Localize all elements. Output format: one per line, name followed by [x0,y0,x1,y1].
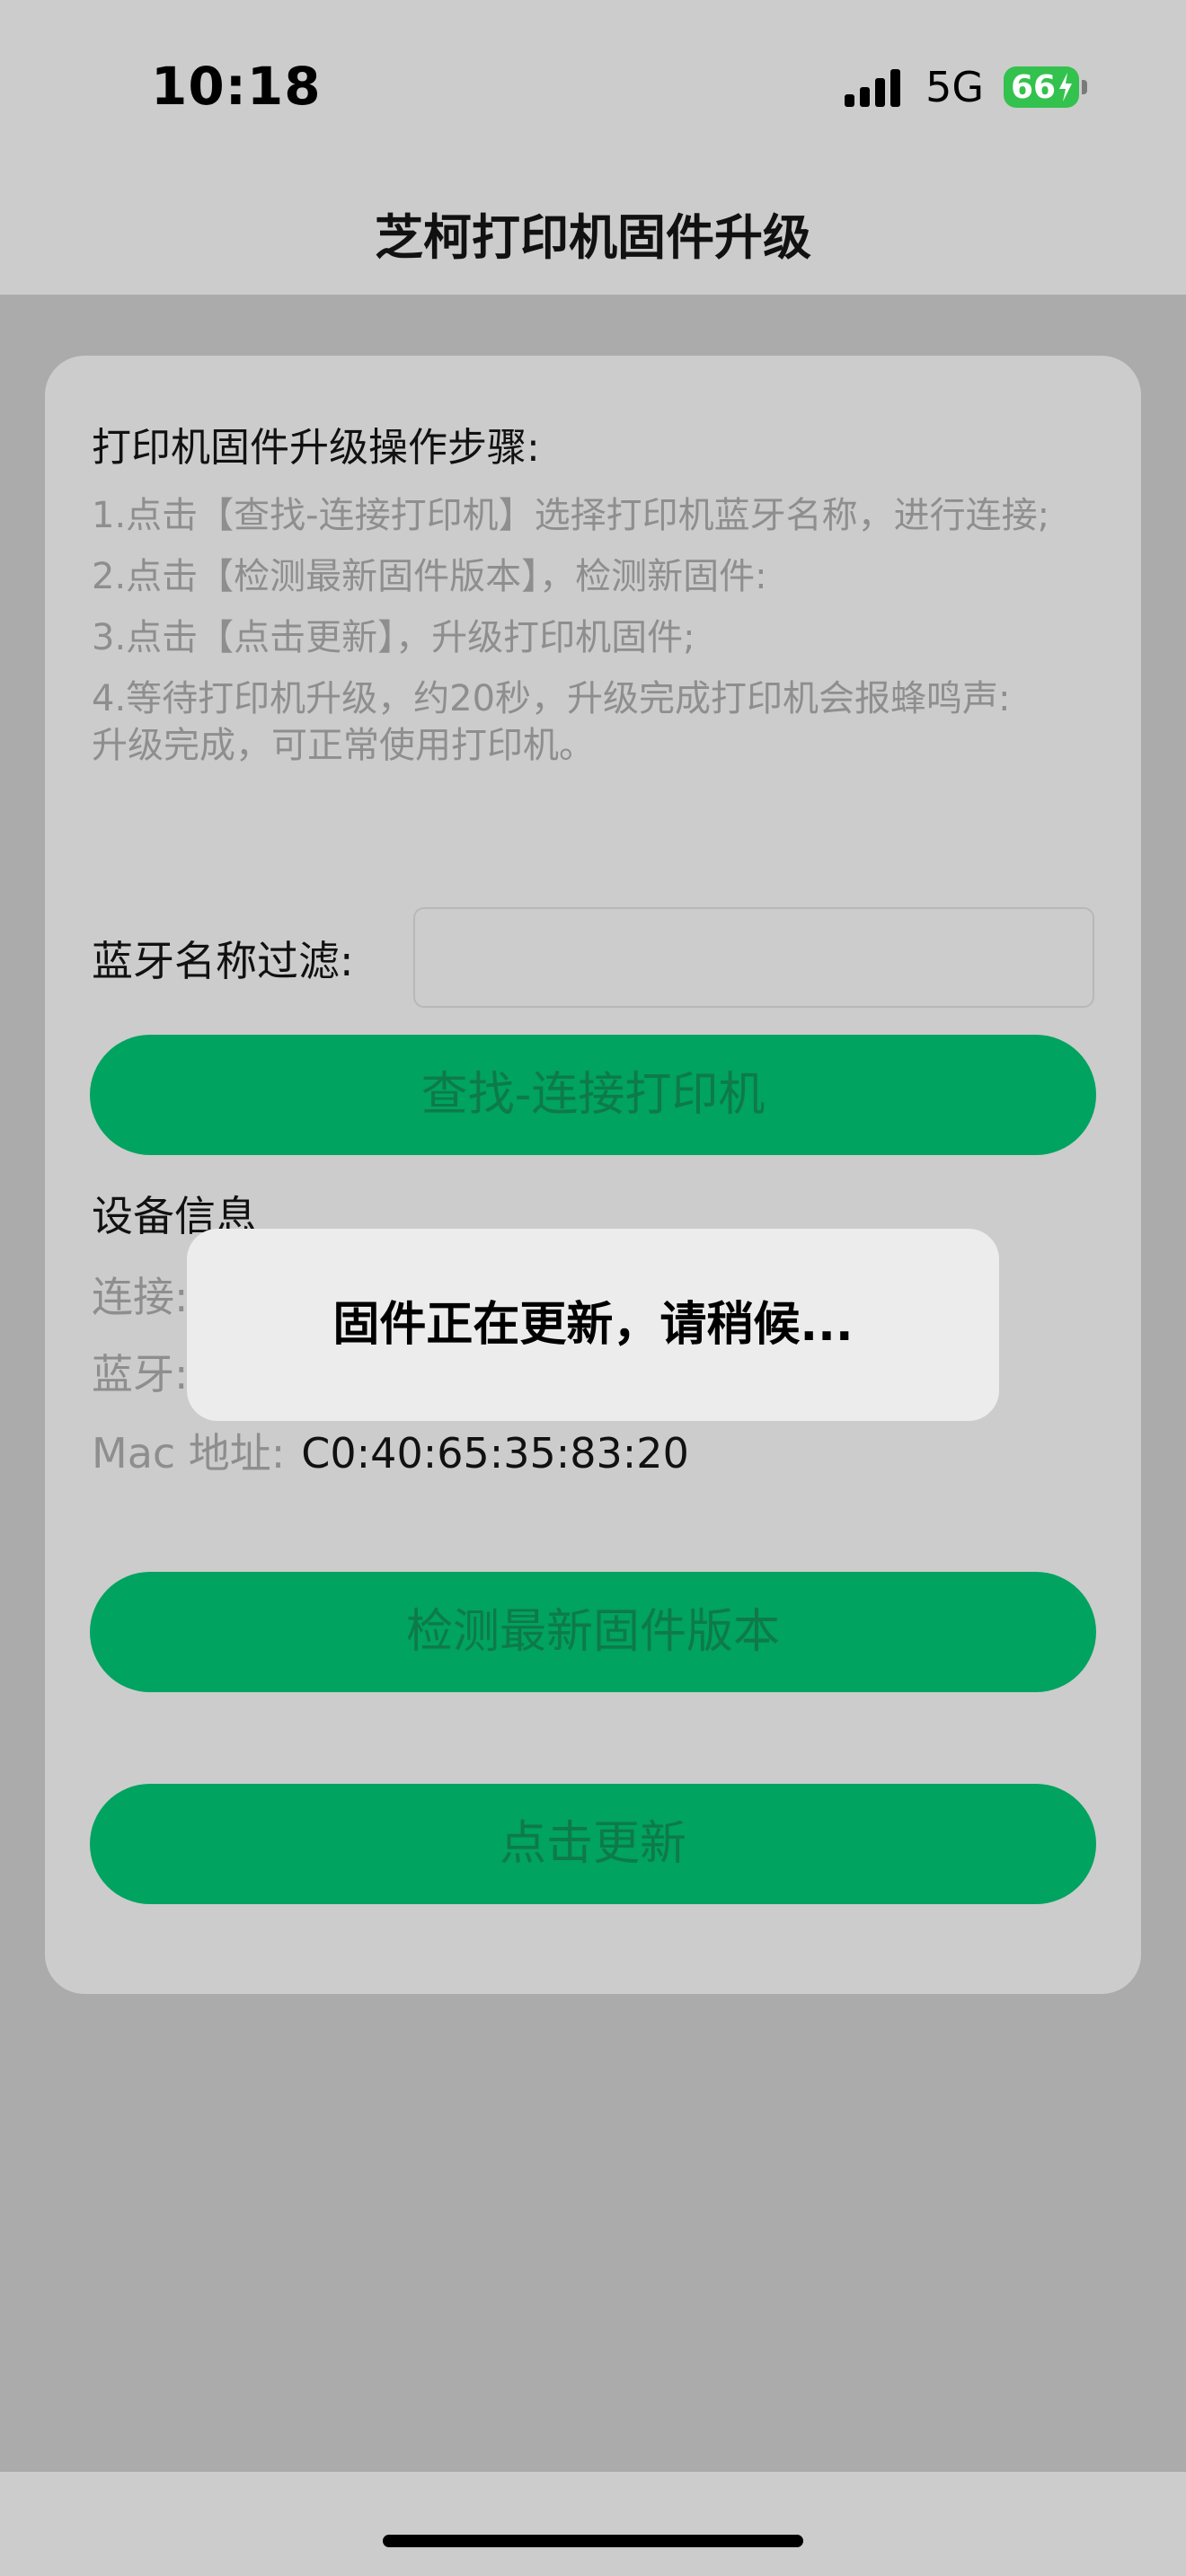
connection-status-row: 连接: [92,1265,189,1324]
connection-status-label: 连接: [92,1273,189,1321]
update-firmware-button[interactable]: 点击更新 [90,1784,1096,1904]
battery-icon: 66 [1004,66,1079,108]
page-title: 芝柯打印机固件升级 [375,209,811,266]
charging-bolt-icon [1059,73,1072,101]
instructions-steps: 1.点击【查找-连接打印机】选择打印机蓝牙名称，进行连接; 2.点击【检测最新固… [92,492,1098,783]
home-indicator[interactable] [383,2535,803,2547]
instructions-title: 打印机固件升级操作步骤: [92,425,540,471]
battery-level: 66 [1011,68,1057,106]
step-item: 2.点击【检测最新固件版本】，检测新固件: [92,556,767,597]
cellular-signal-icon [845,67,906,107]
find-connect-printer-button[interactable]: 查找-连接打印机 [90,1035,1096,1155]
step-item: 1.点击【查找-连接打印机】选择打印机蓝牙名称，进行连接; [92,495,1050,536]
upgrade-card: 打印机固件升级操作步骤: 1.点击【查找-连接打印机】选择打印机蓝牙名称，进行连… [45,356,1141,1994]
updating-toast: 固件正在更新，请稍候... [187,1229,999,1421]
mac-address-row: Mac 地址: C0:40:65:35:83:20 [92,1421,689,1480]
status-time: 10:18 [151,56,322,117]
step-item: 升级完成，可正常使用打印机。 [92,725,595,766]
mac-address-label: Mac 地址: [92,1429,286,1478]
top-bar: 10:18 5G 66 芝柯打印机固件升级 [0,0,1186,295]
check-firmware-version-button[interactable]: 检测最新固件版本 [90,1572,1096,1692]
status-indicators: 5G 66 [845,63,1087,111]
step-item: 3.点击【点击更新】，升级打印机固件; [92,617,695,658]
bluetooth-filter-label: 蓝牙名称过滤: [92,937,354,985]
bluetooth-name-label: 蓝牙: [92,1350,189,1398]
bottom-bar [0,2472,1186,2576]
bluetooth-filter-input[interactable] [413,907,1094,1008]
step-item: 4.等待打印机升级，约20秒，升级完成打印机会报蜂鸣声: [92,678,1011,719]
network-type: 5G [925,63,984,111]
mac-address-value: C0:40:65:35:83:20 [301,1429,689,1478]
bluetooth-name-row: 蓝牙: [92,1342,189,1401]
battery-cap [1082,80,1087,94]
